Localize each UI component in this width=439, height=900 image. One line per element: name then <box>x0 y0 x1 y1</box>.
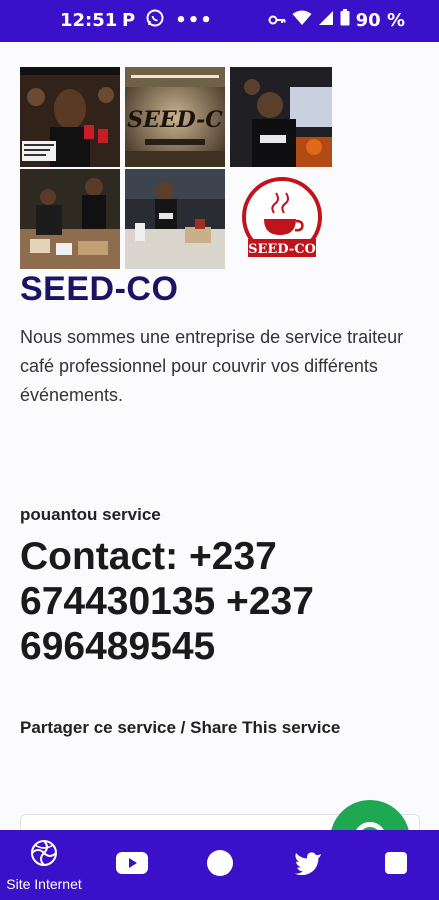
twitter-icon <box>294 851 322 880</box>
nav-item-circle[interactable] <box>192 830 248 900</box>
nav-label-site-internet: Site Internet <box>6 875 82 892</box>
vpn-key-icon <box>268 10 286 31</box>
service-name: pouantou service <box>20 505 161 524</box>
wifi-icon <box>292 10 312 31</box>
brand-description: Nous sommes une entreprise de service tr… <box>20 327 404 405</box>
nav-item-site-internet[interactable]: Site Internet <box>0 830 88 900</box>
whatsapp-chat-button[interactable] <box>330 800 410 830</box>
parking-icon: P <box>122 10 136 31</box>
collage-photo-4 <box>20 169 120 269</box>
battery-icon <box>340 9 350 31</box>
collage-photo-5 <box>125 169 225 269</box>
bottom-navigation: Site Internet <box>0 830 439 900</box>
status-notification-icons: P ••• <box>122 8 213 33</box>
collage-text: SEED-C <box>127 107 223 133</box>
collage-photo-3 <box>230 67 332 167</box>
more-dots-icon: ••• <box>175 10 213 31</box>
youtube-icon <box>116 851 148 879</box>
nav-item-youtube[interactable] <box>104 830 160 900</box>
circle-icon <box>206 849 234 882</box>
contact-info[interactable]: Contact: +237 674430135 +237 696489545 <box>20 534 420 669</box>
main-content[interactable]: SEED-C SEED-CO SEED-CO Nous sommes une e… <box>0 42 439 830</box>
battery-percent: 90 % <box>355 9 405 31</box>
collage-photo-2: SEED-C <box>125 67 225 167</box>
globe-icon <box>30 839 58 872</box>
brand-title: SEED-CO <box>20 270 179 308</box>
square-icon <box>385 851 407 879</box>
collage-photo-1 <box>20 67 120 167</box>
nav-item-square[interactable] <box>368 830 424 900</box>
whatsapp-icon <box>145 8 165 33</box>
seed-co-logo: SEED-CO <box>234 173 330 269</box>
status-bar: 12:51 P ••• 90 % <box>0 0 439 42</box>
brand-image-collage: SEED-C SEED-CO <box>20 67 332 269</box>
status-time: 12:51 <box>60 10 118 31</box>
status-system-icons: 90 % <box>268 9 405 31</box>
nav-item-twitter[interactable] <box>280 830 336 900</box>
share-label: Partager ce service / Share This service <box>20 718 341 737</box>
signal-icon <box>318 10 334 31</box>
chat-icon <box>354 822 386 830</box>
logo-text: SEED-CO <box>248 242 316 257</box>
